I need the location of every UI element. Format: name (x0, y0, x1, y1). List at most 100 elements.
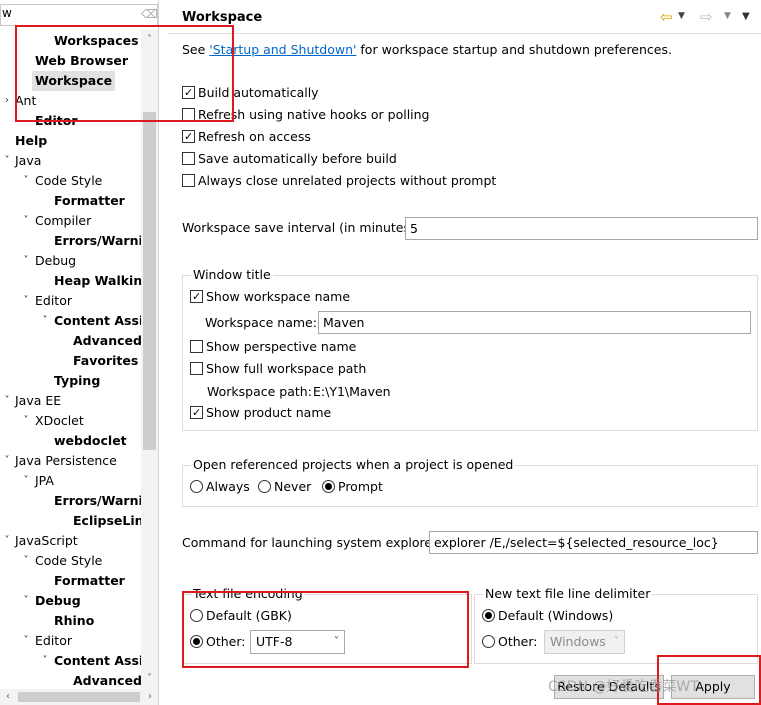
forward-arrow-icon[interactable]: ⇨ (700, 8, 713, 26)
chevron-down-icon[interactable]: ˅ (1, 451, 13, 471)
radio-circle[interactable] (482, 609, 495, 622)
radio-label: Default (Windows) (498, 608, 614, 623)
startup-shutdown-hint: See 'Startup and Shutdown' for workspace… (182, 42, 672, 57)
tree-item[interactable]: Advanced (0, 671, 142, 691)
chevron-down-icon[interactable]: ˅ (20, 591, 32, 611)
tree-item[interactable]: Heap Walking (0, 271, 151, 291)
chevron-down-icon[interactable]: ˅ (20, 631, 32, 651)
checkbox-box[interactable] (182, 152, 195, 165)
clear-filter-icon[interactable]: ⌫ (141, 7, 158, 22)
tree-item[interactable]: Formatter (0, 571, 141, 591)
chevron-down-icon[interactable]: ˅ (20, 171, 32, 191)
tree-item[interactable]: ˅ Content Assist (0, 651, 157, 671)
tree-item-label: Java Persistence (15, 453, 117, 468)
view-menu-icon[interactable]: ▼ (742, 11, 750, 22)
encoding-select[interactable]: UTF-8 ˅ (250, 630, 345, 654)
tree-item[interactable]: ˅ Java (0, 151, 141, 171)
chevron-down-icon: ˅ (614, 636, 619, 647)
delimiter-select-value: Windows (550, 634, 606, 649)
checkbox-box[interactable] (190, 406, 203, 419)
panel-sash[interactable] (159, 0, 168, 705)
tree-filter-input[interactable]: w ⌫ (0, 4, 158, 26)
tree-item[interactable]: ˅ Code Style (0, 551, 141, 571)
tree-item[interactable]: ˅ JPA (0, 471, 141, 491)
tree-item[interactable]: EclipseLink (0, 511, 152, 531)
chevron-down-icon[interactable]: ˅ (1, 151, 13, 171)
tree-item[interactable]: ˅ Code Style (0, 171, 141, 191)
chevron-down-icon[interactable]: ▼ (724, 11, 731, 21)
chevron-down-icon[interactable]: ˅ (39, 651, 51, 671)
workspace-name-label: Workspace name: (205, 315, 317, 330)
radio-circle[interactable] (258, 480, 271, 493)
chevron-down-icon[interactable]: ˅ (20, 471, 32, 491)
chevron-down-icon[interactable]: ▼ (678, 11, 685, 21)
tree-item[interactable]: ˅ Java EE (0, 391, 141, 411)
checkbox-label: Build automatically (198, 85, 319, 100)
tree-item[interactable]: Advanced (0, 331, 142, 351)
radio-label: Other: (498, 634, 538, 649)
back-arrow-icon[interactable]: ⇦ (660, 8, 673, 26)
workspace-name-input[interactable]: Maven (318, 311, 751, 334)
radio-circle[interactable] (190, 609, 203, 622)
tree-item[interactable]: Editor (0, 111, 141, 131)
tree-item[interactable]: ˅ Editor (0, 291, 141, 311)
tree-item[interactable]: ˅ Compiler (0, 211, 141, 231)
tree-item[interactable]: Workspace (0, 71, 141, 91)
radio-circle[interactable] (190, 480, 203, 493)
tree-item-label: Workspace (32, 71, 116, 91)
tree-item[interactable]: Help (0, 131, 141, 151)
chevron-down-icon[interactable]: ˅ (1, 391, 13, 411)
scrollbar-thumb[interactable] (18, 692, 140, 702)
radio-circle[interactable] (190, 635, 203, 648)
tree-item[interactable]: ˅ JavaScript (0, 531, 141, 551)
checkbox-box[interactable] (190, 362, 203, 375)
tree-item-label: JavaScript (15, 533, 78, 548)
tree-item[interactable]: Workspaces (0, 31, 141, 51)
tree-item[interactable]: Formatter (0, 191, 141, 211)
chevron-down-icon[interactable]: ˅ (20, 291, 32, 311)
tree-item[interactable]: ˅ Debug (0, 251, 141, 271)
chevron-down-icon[interactable]: ˅ (20, 551, 32, 571)
checkbox-box[interactable] (182, 174, 195, 187)
tree-item[interactable]: Rhino (0, 611, 141, 631)
radio-circle[interactable] (482, 635, 495, 648)
scroll-right-icon[interactable]: › (142, 689, 158, 705)
checkbox-box[interactable] (182, 108, 195, 121)
tree-vertical-scrollbar[interactable]: ˄ ˅ (141, 30, 158, 689)
radio-circle[interactable] (322, 480, 335, 493)
tree-horizontal-scrollbar[interactable]: ‹ › (0, 689, 158, 705)
chevron-down-icon[interactable]: ˅ (20, 251, 32, 271)
tree-item[interactable]: Typing (0, 371, 141, 391)
checkbox-box[interactable] (190, 290, 203, 303)
chevron-down-icon[interactable]: ˅ (39, 311, 51, 331)
save-interval-input[interactable]: 5 (405, 217, 758, 240)
encoding-select-value: UTF-8 (256, 634, 293, 649)
startup-shutdown-link[interactable]: 'Startup and Shutdown' (209, 42, 356, 57)
tree-item[interactable]: ˅ Content Assist (0, 311, 157, 331)
tree-item[interactable]: Web Browser (0, 51, 141, 71)
tree-item[interactable]: webdoclet (0, 431, 141, 451)
tree-item[interactable]: ˅ XDoclet (0, 411, 141, 431)
checkbox-box[interactable] (182, 130, 195, 143)
tree-item[interactable]: Favorites (0, 351, 141, 371)
tree-item-label: Debug (35, 593, 81, 608)
chevron-down-icon[interactable]: ˅ (1, 531, 13, 551)
chevron-down-icon[interactable]: ˅ (20, 411, 32, 431)
chevron-down-icon[interactable]: ˅ (20, 211, 32, 231)
scroll-down-icon[interactable]: ˅ (141, 671, 158, 687)
tree-item[interactable]: Errors/Warnin (0, 231, 152, 251)
scroll-left-icon[interactable]: ‹ (0, 689, 16, 705)
tree-item-label: Help (15, 133, 48, 148)
tree-item[interactable]: › Ant (0, 91, 141, 111)
checkbox-box[interactable] (190, 340, 203, 353)
tree-item[interactable]: Errors/Warnin (0, 491, 152, 511)
chevron-right-icon[interactable]: › (1, 91, 13, 111)
tree-item[interactable]: ˅ Debug (0, 591, 141, 611)
explorer-command-input[interactable]: explorer /E,/select=${selected_resource_… (429, 531, 758, 554)
checkbox-box[interactable] (182, 86, 195, 99)
tree-item[interactable]: ˅ Editor (0, 631, 141, 651)
tree-item-label: Workspaces (54, 33, 139, 48)
tree-item[interactable]: ˅ Java Persistence (0, 451, 141, 471)
scrollbar-thumb[interactable] (143, 112, 156, 450)
scroll-up-icon[interactable]: ˄ (141, 32, 158, 48)
